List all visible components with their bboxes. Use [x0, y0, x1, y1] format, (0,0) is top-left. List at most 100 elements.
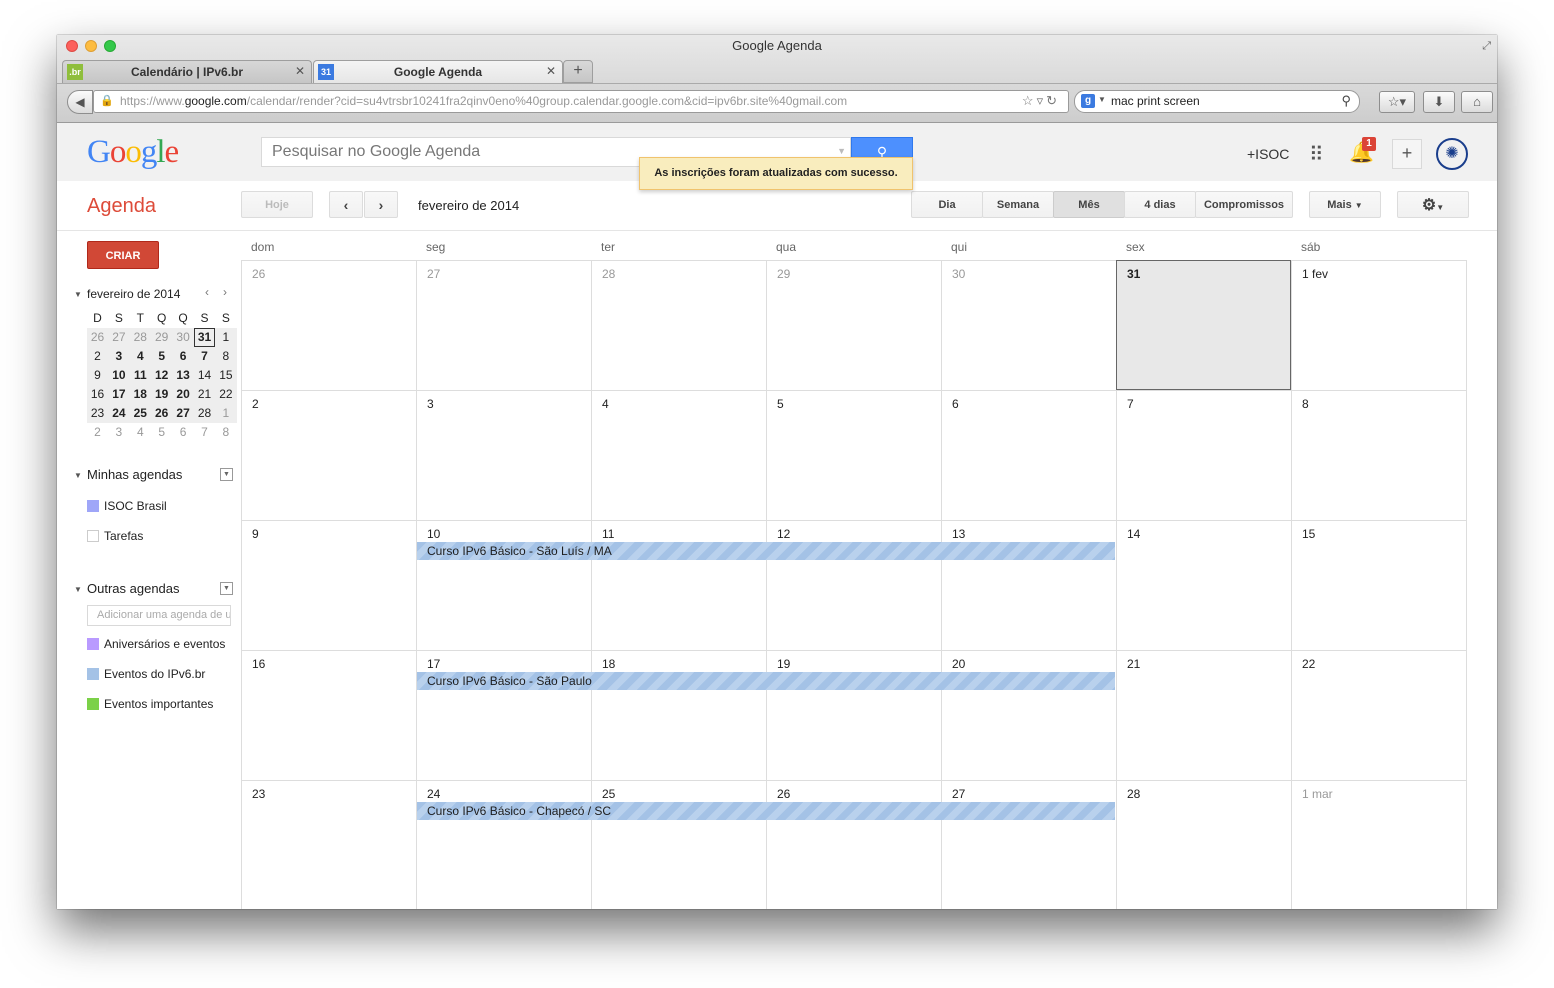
day-cell[interactable]: 4 [591, 390, 766, 520]
day-cell[interactable]: 26 [766, 780, 941, 909]
mini-calendar-day[interactable]: 14 [194, 366, 215, 385]
day-number[interactable]: 19 [777, 657, 790, 671]
day-cell[interactable]: 29 [766, 260, 941, 390]
mini-calendar-day[interactable]: 30 [173, 328, 194, 347]
google-search-engine-icon[interactable]: g [1081, 94, 1095, 108]
day-number[interactable]: 18 [602, 657, 615, 671]
mini-calendar-day[interactable]: 12 [151, 366, 172, 385]
mini-calendar-day[interactable]: 2 [87, 423, 108, 442]
day-cell[interactable]: 27 [416, 260, 591, 390]
mini-calendar-day[interactable]: 28 [130, 328, 151, 347]
close-tab-icon[interactable]: ✕ [295, 64, 305, 78]
avatar[interactable]: ✺ [1436, 138, 1468, 170]
day-number[interactable]: 21 [1127, 657, 1140, 671]
mini-calendar-day[interactable]: 1 [215, 328, 236, 347]
day-number[interactable]: 8 [1302, 397, 1309, 411]
close-tab-icon[interactable]: ✕ [546, 64, 556, 78]
mini-calendar-day[interactable]: 18 [130, 385, 151, 404]
mini-calendar-prev-icon[interactable]: ‹ [205, 285, 209, 299]
my-calendars-menu-icon[interactable]: ▼ [220, 468, 233, 481]
mini-calendar-day[interactable]: 5 [151, 347, 172, 366]
day-number[interactable]: 16 [252, 657, 265, 671]
day-cell[interactable]: 16 [241, 650, 416, 780]
day-number[interactable]: 10 [427, 527, 440, 541]
mini-calendar-day[interactable]: 26 [151, 404, 172, 423]
day-number[interactable]: 26 [252, 267, 265, 281]
mini-calendar-day[interactable]: 6 [173, 347, 194, 366]
mini-calendar-day[interactable]: 1 [215, 404, 236, 423]
mini-calendar-day[interactable]: 26 [87, 328, 108, 347]
mini-calendar-day[interactable]: 5 [151, 423, 172, 442]
mini-calendar-day[interactable]: 16 [87, 385, 108, 404]
mini-calendar-day[interactable]: 6 [173, 423, 194, 442]
tab-calendario-ipv6[interactable]: .br Calendário | IPv6.br ✕ [62, 60, 312, 83]
add-calendar-input[interactable]: Adicionar uma agenda de u [87, 605, 231, 626]
day-number[interactable]: 1 fev [1302, 267, 1328, 281]
day-number[interactable]: 12 [777, 527, 790, 541]
day-number[interactable]: 1 mar [1302, 787, 1333, 801]
other-calendars-heading[interactable]: Outras agendas [87, 581, 180, 596]
day-cell[interactable]: 14 [1116, 520, 1291, 650]
day-number[interactable]: 28 [1127, 787, 1140, 801]
day-cell[interactable]: 31 [1116, 260, 1291, 390]
day-cell[interactable]: 6 [941, 390, 1116, 520]
new-tab-button[interactable]: + [563, 60, 593, 83]
day-cell[interactable]: 28 [1116, 780, 1291, 909]
event-chip[interactable]: Curso IPv6 Básico - São Paulo [417, 672, 1115, 690]
view-month-button[interactable]: Mês [1053, 191, 1125, 218]
day-number[interactable]: 13 [952, 527, 965, 541]
downloads-button[interactable]: ⬇ [1423, 91, 1455, 113]
day-cell[interactable]: 22 [1291, 650, 1466, 780]
mini-calendar-day[interactable]: 25 [130, 404, 151, 423]
mini-calendar-day[interactable]: 13 [173, 366, 194, 385]
mini-calendar-day[interactable]: 2 [87, 347, 108, 366]
day-number[interactable]: 24 [427, 787, 440, 801]
share-plus-button[interactable]: + [1392, 139, 1422, 169]
day-number[interactable]: 26 [777, 787, 790, 801]
mini-calendar-day[interactable]: 4 [130, 423, 151, 442]
day-number[interactable]: 17 [427, 657, 440, 671]
settings-button[interactable]: ⚙▼ [1397, 191, 1469, 218]
mini-calendar-day[interactable]: 7 [194, 347, 215, 366]
collapse-arrow-icon[interactable]: ▼ [74, 290, 82, 299]
day-cell[interactable]: 10 [416, 520, 591, 650]
day-cell[interactable]: 27 [941, 780, 1116, 909]
reload-icon[interactable]: ↻ [1046, 93, 1060, 108]
mini-calendar-day[interactable]: 27 [108, 328, 129, 347]
view-week-button[interactable]: Semana [982, 191, 1054, 218]
day-cell[interactable]: 24 [416, 780, 591, 909]
day-number[interactable]: 7 [1127, 397, 1134, 411]
day-cell[interactable]: 1 fev [1291, 260, 1466, 390]
plus-profile-link[interactable]: +ISOC [1247, 146, 1289, 162]
day-number[interactable]: 9 [252, 527, 259, 541]
mini-calendar-day[interactable]: 11 [130, 366, 151, 385]
collapse-arrow-icon[interactable]: ▼ [74, 585, 82, 594]
day-cell[interactable]: 2 [241, 390, 416, 520]
day-cell[interactable]: 17 [416, 650, 591, 780]
day-cell[interactable]: 12 [766, 520, 941, 650]
day-number[interactable]: 2 [252, 397, 259, 411]
day-cell[interactable]: 7 [1116, 390, 1291, 520]
fullscreen-icon[interactable]: ⤢ [1482, 40, 1491, 53]
day-number[interactable]: 3 [427, 397, 434, 411]
day-cell[interactable]: 23 [241, 780, 416, 909]
next-period-button[interactable]: › [364, 191, 398, 218]
day-number[interactable]: 15 [1302, 527, 1315, 541]
mini-calendar-day[interactable]: 9 [87, 366, 108, 385]
mini-calendar-day[interactable]: 8 [215, 347, 236, 366]
day-cell[interactable]: 9 [241, 520, 416, 650]
url-text[interactable]: https://www.google.com/calendar/render?c… [120, 94, 847, 108]
mini-calendar-day[interactable]: 21 [194, 385, 215, 404]
event-chip[interactable]: Curso IPv6 Básico - São Luís / MA [417, 542, 1115, 560]
mini-calendar-day[interactable]: 8 [215, 423, 236, 442]
event-chip[interactable]: Curso IPv6 Básico - Chapecó / SC [417, 802, 1115, 820]
view-4-days-button[interactable]: 4 dias [1124, 191, 1196, 218]
mini-calendar-day[interactable]: 28 [194, 404, 215, 423]
day-number[interactable]: 27 [427, 267, 440, 281]
create-event-button[interactable]: CRIAR [87, 241, 159, 269]
previous-period-button[interactable]: ‹ [329, 191, 363, 218]
day-cell[interactable]: 19 [766, 650, 941, 780]
view-agenda-button[interactable]: Compromissos [1195, 191, 1293, 218]
mini-calendar-day[interactable]: 24 [108, 404, 129, 423]
mini-calendar-day[interactable]: 15 [215, 366, 236, 385]
